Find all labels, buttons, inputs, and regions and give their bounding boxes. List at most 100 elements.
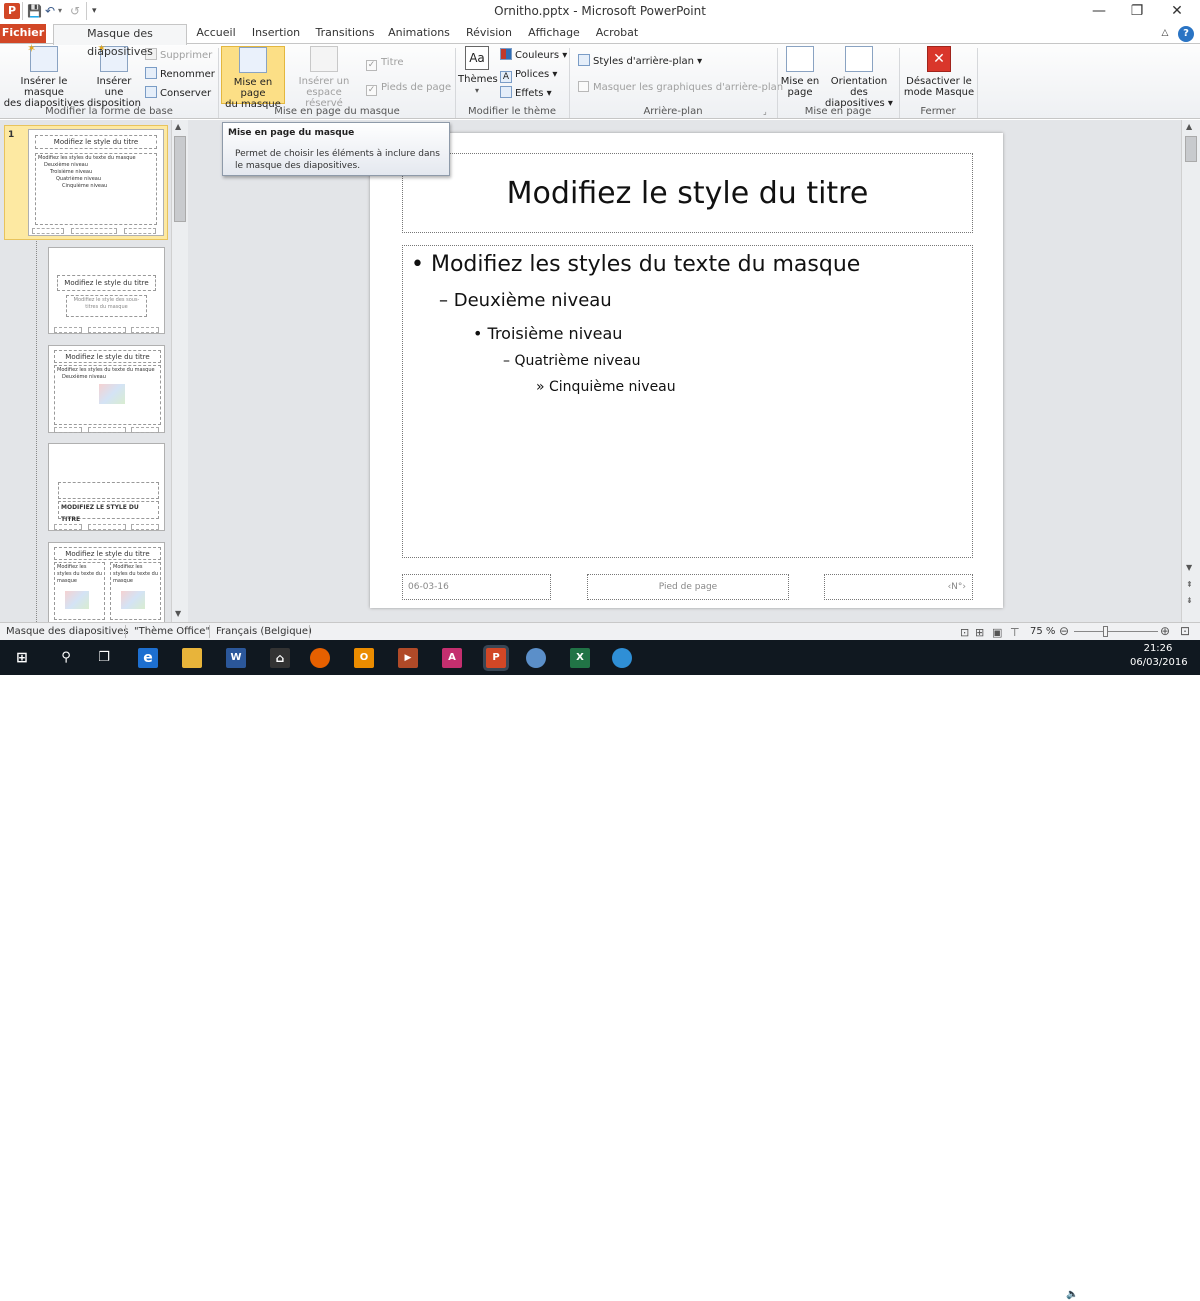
volume-icon[interactable]: 🔈 bbox=[1066, 1289, 1078, 1300]
conserver-button[interactable]: Conserver bbox=[145, 86, 211, 102]
task-view-icon[interactable]: ❐ bbox=[94, 648, 114, 668]
scrollbar-thumb[interactable] bbox=[1185, 136, 1197, 162]
outlook-icon[interactable]: O bbox=[354, 648, 374, 668]
minimize-button[interactable]: — bbox=[1087, 3, 1111, 19]
dialog-launcher-icon[interactable]: ⌟ bbox=[763, 107, 767, 116]
help-icon[interactable]: ? bbox=[1178, 26, 1194, 42]
fonts-icon: A bbox=[500, 71, 512, 83]
tab-animations[interactable]: Animations bbox=[388, 24, 450, 44]
media-player-icon[interactable]: ▶ bbox=[398, 648, 418, 668]
editor-scrollbar[interactable]: ▲ ▼ ⇞ ⇟ bbox=[1181, 120, 1200, 622]
thumb-line: Modifiez les styles du texte du masque bbox=[57, 367, 155, 373]
supprimer-button[interactable]: Supprimer bbox=[145, 48, 212, 64]
couleurs-button[interactable]: Couleurs ▾ bbox=[500, 48, 567, 64]
themes-button[interactable]: Aa Thèmes ▾ bbox=[458, 46, 498, 96]
firefox-icon[interactable] bbox=[310, 648, 330, 668]
slide-master-canvas[interactable]: Modifiez le style du titre • Modifiez le… bbox=[370, 133, 1003, 608]
renommer-label: Renommer bbox=[160, 69, 215, 80]
next-slide-icon[interactable]: ⇟ bbox=[1186, 596, 1193, 605]
masquer-graphiques-checkbox[interactable]: Masquer les graphiques d'arrière-plan bbox=[578, 80, 783, 96]
pieds-de-page-checkbox[interactable]: ✓ Pieds de page bbox=[366, 80, 451, 96]
thumb-title: MODIFIEZ LE STYLE DU TITRE bbox=[58, 501, 159, 523]
thumbnail-scrollbar[interactable]: ▲ ▼ bbox=[171, 120, 188, 622]
normal-view-icon[interactable]: ⊡ bbox=[960, 626, 969, 639]
scroll-up-icon[interactable]: ▲ bbox=[175, 122, 181, 131]
tab-fichier[interactable]: Fichier bbox=[0, 24, 46, 44]
content-placeholder-icons bbox=[65, 591, 89, 609]
couleurs-label: Couleurs bbox=[515, 50, 560, 61]
group-label-fermer: Fermer bbox=[920, 106, 956, 117]
search-icon[interactable]: ⚲ bbox=[56, 648, 76, 668]
zoom-slider-thumb[interactable] bbox=[1102, 626, 1108, 637]
tab-acrobat[interactable]: Acrobat bbox=[594, 24, 640, 44]
desactiver-mode-masque-button[interactable]: ✕ Désactiver le mode Masque bbox=[902, 46, 976, 98]
windows-taskbar: ⊞ ⚲ ❐ e W ⌂ O ▶ A P X ^ ⚿ 🔈 ▭ ☰ bbox=[0, 640, 1200, 1301]
slideshow-view-icon[interactable]: ⊤ bbox=[1010, 626, 1020, 639]
edge-browser-icon[interactable]: e bbox=[138, 648, 158, 668]
restore-button[interactable]: ❐ bbox=[1125, 3, 1149, 19]
layout-thumbnail[interactable]: MODIFIEZ LE STYLE DU TITRE bbox=[48, 443, 165, 531]
reading-view-icon[interactable]: ▣ bbox=[992, 626, 1002, 639]
word-icon[interactable]: W bbox=[226, 648, 246, 668]
layout-thumbnail[interactable]: Modifiez le style du titre Modifiez les … bbox=[48, 345, 165, 433]
store-icon[interactable]: ⌂ bbox=[270, 648, 290, 668]
close-button[interactable]: ✕ bbox=[1165, 3, 1189, 19]
show-hidden-icons[interactable]: ^ bbox=[1026, 1290, 1034, 1301]
close-master-view-icon: ✕ bbox=[927, 46, 951, 72]
notifications-icon[interactable]: ☰ bbox=[1110, 1289, 1119, 1300]
tab-affichage[interactable]: Affichage bbox=[527, 24, 581, 44]
effets-button[interactable]: Effets ▾ bbox=[500, 86, 552, 102]
date-placeholder[interactable]: 06-03-16 bbox=[402, 574, 551, 600]
text-level-4: – Quatrième niveau bbox=[503, 353, 641, 369]
polices-button[interactable]: A Polices ▾ bbox=[500, 67, 557, 83]
layout-thumbnail[interactable]: Modifiez le style du titre Modifiez les … bbox=[48, 542, 165, 622]
body-placeholder[interactable]: • Modifiez les styles du texte du masque… bbox=[402, 245, 973, 558]
layout-thumbnail[interactable]: Modifiez le style du titre Modifiez le s… bbox=[48, 247, 165, 334]
start-icon[interactable]: ⊞ bbox=[12, 648, 32, 668]
tab-revision[interactable]: Révision bbox=[464, 24, 514, 44]
minimize-ribbon-icon[interactable]: △ bbox=[1158, 24, 1172, 44]
scroll-down-icon[interactable]: ▼ bbox=[175, 609, 181, 618]
excel-icon[interactable]: X bbox=[570, 648, 590, 668]
scrollbar-thumb[interactable] bbox=[174, 136, 186, 222]
slide-sorter-view-icon[interactable]: ⊞ bbox=[975, 626, 984, 639]
styles-arriere-plan-button[interactable]: Styles d'arrière-plan ▾ bbox=[578, 54, 702, 70]
file-explorer-icon[interactable] bbox=[182, 648, 202, 668]
footer-placeholder[interactable]: Pied de page bbox=[587, 574, 789, 600]
thumb-footer bbox=[88, 327, 126, 333]
zoom-slider[interactable] bbox=[1074, 626, 1158, 637]
scroll-up-icon[interactable]: ▲ bbox=[1186, 122, 1192, 131]
supprimer-label: Supprimer bbox=[160, 50, 213, 61]
mise-en-page-masque-button[interactable]: Mise en page du masque bbox=[221, 46, 285, 110]
text-level-4-label: Quatrième niveau bbox=[514, 353, 641, 369]
app-icon[interactable] bbox=[612, 648, 632, 668]
orientation-diapositives-button[interactable]: Orientation des diapositives ▾ bbox=[822, 46, 896, 109]
mise-en-page-button[interactable]: Mise en page bbox=[780, 46, 820, 98]
renommer-button[interactable]: Renommer bbox=[145, 67, 215, 83]
master-thumbnail[interactable]: Modifiez le style du titre Modifiez les … bbox=[28, 129, 164, 236]
status-language[interactable]: Français (Belgique) bbox=[216, 626, 312, 637]
tab-insertion[interactable]: Insertion bbox=[250, 24, 302, 44]
zoom-level[interactable]: 75 % bbox=[1030, 626, 1055, 637]
previous-slide-icon[interactable]: ⇞ bbox=[1186, 580, 1193, 589]
titre-checkbox[interactable]: ✓ Titre bbox=[366, 55, 404, 71]
zoom-out-icon[interactable]: ⊖ bbox=[1059, 624, 1069, 638]
zoom-in-icon[interactable]: ⊕ bbox=[1160, 624, 1170, 638]
app-icon[interactable] bbox=[526, 648, 546, 668]
font-app-icon[interactable]: A bbox=[442, 648, 462, 668]
text-level-3-label: Troisième niveau bbox=[487, 324, 623, 343]
clock-time[interactable]: 21:26 bbox=[1133, 643, 1183, 654]
tab-masque-des-diapositives[interactable]: Masque des diapositives bbox=[53, 24, 187, 58]
network-icon[interactable]: ⚿ bbox=[1045, 1289, 1053, 1300]
tab-accueil[interactable]: Accueil bbox=[194, 24, 238, 44]
inserer-espace-reserve-button[interactable]: Insérer un espace réservé bbox=[286, 46, 362, 109]
battery-icon[interactable]: ▭ bbox=[1088, 1289, 1097, 1300]
inserer-masque-button[interactable]: ✶ Insérer le masque des diapositives bbox=[2, 43, 86, 109]
slide-number-placeholder[interactable]: ‹N°› bbox=[824, 574, 973, 600]
powerpoint-taskbar-icon[interactable]: P bbox=[486, 648, 506, 668]
tab-transitions[interactable]: Transitions bbox=[314, 24, 376, 44]
clock-date[interactable]: 06/03/2016 bbox=[1130, 657, 1188, 668]
fit-to-window-icon[interactable]: ⊡ bbox=[1180, 624, 1190, 638]
scroll-down-icon[interactable]: ▼ bbox=[1186, 563, 1192, 572]
title-placeholder[interactable]: Modifiez le style du titre bbox=[402, 153, 973, 233]
